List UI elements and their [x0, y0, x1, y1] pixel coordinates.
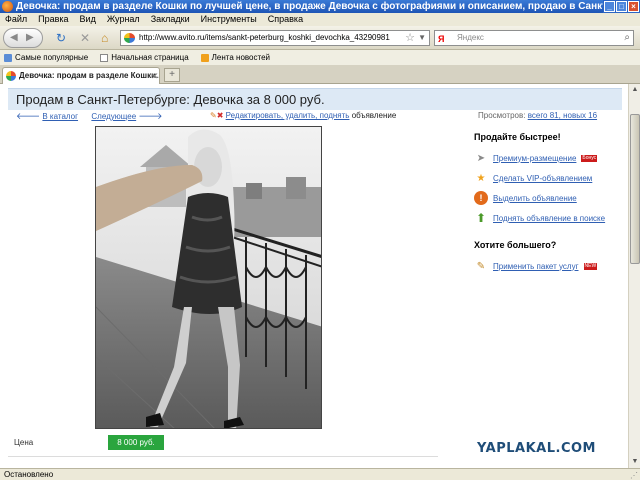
- maximize-button[interactable]: □: [616, 1, 627, 12]
- premium-placement-link[interactable]: Премиум-размещение: [493, 154, 576, 163]
- watermark-logo: YAPLAKAL.COM: [477, 441, 596, 456]
- menu-help[interactable]: Справка: [268, 13, 303, 26]
- bookmark-start-page[interactable]: Начальная страница: [100, 50, 189, 65]
- stop-icon[interactable]: ✕: [80, 31, 90, 45]
- page-title: Продам в Санкт-Петербурге: Девочка за 8 …: [16, 92, 325, 107]
- page-content: Продам в Санкт-Петербурге: Девочка за 8 …: [0, 84, 628, 468]
- listing-title-bar: Продам в Санкт-Петербурге: Девочка за 8 …: [8, 88, 622, 110]
- scroll-up-icon[interactable]: ▲: [630, 85, 640, 95]
- paper-plane-icon: ➤: [476, 152, 486, 164]
- edit-suffix: объявление: [351, 111, 397, 120]
- menu-bookmarks[interactable]: Закладки: [151, 13, 190, 26]
- arrow-left-icon: 🡐: [16, 111, 41, 121]
- reload-icon[interactable]: ↻: [56, 31, 66, 45]
- listing-photo[interactable]: [95, 126, 322, 429]
- home-icon[interactable]: ⌂: [101, 31, 108, 45]
- rss-icon: [200, 53, 209, 62]
- menu-view[interactable]: Вид: [80, 13, 96, 26]
- sell-faster-heading: Продайте быстрее!: [474, 132, 561, 142]
- new-tab-button[interactable]: +: [164, 68, 180, 82]
- window-controls: _ □ ×: [603, 0, 640, 13]
- status-text: Остановлено: [4, 470, 54, 479]
- delete-icon: ✖: [216, 111, 224, 120]
- highlight-listing-item[interactable]: ! Выделить объявление: [474, 188, 624, 208]
- raise-listing-link[interactable]: Поднять объявление в поиске: [493, 214, 605, 223]
- close-button[interactable]: ×: [628, 1, 639, 12]
- edit-delete-raise-link[interactable]: Редактировать, удалить, поднять: [226, 111, 350, 120]
- search-placeholder: Яндекс: [457, 33, 484, 42]
- promo-sidebar: Продайте быстрее! ➤ Премиум-размещение Б…: [474, 132, 624, 276]
- vertical-scrollbar[interactable]: ▲ ▼: [628, 84, 640, 468]
- scroll-down-icon[interactable]: ▼: [630, 457, 640, 467]
- service-package-item[interactable]: ✎ Применить пакет услуг NEW: [474, 256, 624, 276]
- menu-tools[interactable]: Инструменты: [201, 13, 257, 26]
- want-more-heading: Хотите большего?: [474, 240, 557, 250]
- most-visited-icon: [4, 53, 12, 62]
- minimize-button[interactable]: _: [604, 1, 615, 12]
- highlight-listing-link[interactable]: Выделить объявление: [493, 194, 577, 203]
- status-bar: Остановлено ⋰: [0, 468, 640, 480]
- views-counter: Просмотров: всего 81, новых 16: [478, 110, 597, 122]
- search-icon[interactable]: ⌕: [624, 31, 630, 45]
- tab-strip: Девочка: продам в разделе Кошки... ✕ +: [0, 65, 640, 84]
- package-icon: ✎: [476, 260, 486, 272]
- edit-listing: ✎✖ Редактировать, удалить, поднять объяв…: [210, 110, 396, 122]
- premium-placement-item[interactable]: ➤ Премиум-размещение Бонус: [474, 148, 624, 168]
- make-vip-item[interactable]: ★ Сделать VIP-объявлением: [474, 168, 624, 188]
- exclamation-icon: !: [474, 191, 488, 205]
- price-label: Цена: [14, 438, 34, 447]
- listing-subnav: 🡐 В каталог Следующее 🡒 ✎✖ Редактировать…: [16, 110, 616, 122]
- menu-history[interactable]: Журнал: [107, 13, 140, 26]
- close-tab-icon[interactable]: ✕: [151, 68, 159, 84]
- yandex-logo-icon[interactable]: Я: [438, 32, 444, 46]
- star-icon: ★: [476, 172, 486, 184]
- views-label: Просмотров:: [478, 111, 526, 120]
- window-titlebar: Девочка: продам в разделе Кошки по лучше…: [0, 0, 640, 13]
- menu-bar: Файл Правка Вид Журнал Закладки Инструме…: [0, 13, 640, 26]
- service-package-link[interactable]: Применить пакет услуг: [493, 262, 579, 271]
- forward-arrow-icon[interactable]: ▶: [26, 32, 34, 43]
- bonus-badge: Бонус: [581, 154, 598, 162]
- navigation-toolbar: ◀ ▶ ↻ ✕ ⌂ http://www.avito.ru/items/sank…: [0, 26, 640, 50]
- arrow-right-icon: 🡒: [138, 111, 163, 121]
- firefox-icon: [2, 1, 13, 12]
- up-arrow-icon: ⬆: [475, 211, 487, 225]
- raise-listing-item[interactable]: ⬆ Поднять объявление в поиске: [474, 208, 624, 228]
- bookmark-news-feed[interactable]: Лента новостей: [200, 50, 270, 65]
- window-title: Девочка: продам в разделе Кошки по лучше…: [16, 1, 640, 12]
- search-input[interactable]: Я Яндекс ⌕: [434, 30, 634, 46]
- price-value: 8 000 руб.: [108, 435, 164, 450]
- listing-photo-image: [96, 127, 321, 428]
- tab-label: Девочка: продам в разделе Кошки...: [19, 71, 160, 80]
- make-vip-link[interactable]: Сделать VIP-объявлением: [493, 174, 592, 183]
- next-listing-link[interactable]: Следующее: [91, 112, 136, 121]
- pencil-icon: ✎: [210, 111, 217, 120]
- menu-file[interactable]: Файл: [5, 13, 27, 26]
- tab-avito-listing[interactable]: Девочка: продам в разделе Кошки... ✕: [2, 67, 160, 84]
- menu-edit[interactable]: Правка: [38, 13, 68, 26]
- bookmark-most-visited[interactable]: Самые популярные: [4, 50, 88, 65]
- back-arrow-icon[interactable]: ◀: [10, 32, 18, 43]
- bookmark-star-icon[interactable]: ☆: [405, 31, 415, 45]
- back-forward-button[interactable]: ◀ ▶: [3, 28, 43, 48]
- avito-favicon-icon: [6, 71, 16, 81]
- address-url: http://www.avito.ru/items/sankt-peterbur…: [139, 33, 390, 42]
- divider: [8, 456, 438, 457]
- resize-grip-icon[interactable]: ⋰: [630, 470, 638, 480]
- bookmarks-toolbar: Самые популярные Начальная страница Лент…: [0, 50, 640, 65]
- site-favicon-icon: [124, 33, 135, 43]
- chevron-down-icon[interactable]: ▼: [418, 31, 426, 45]
- back-to-catalog-link[interactable]: В каталог: [42, 112, 78, 121]
- new-badge: NEW: [583, 262, 598, 270]
- scroll-thumb[interactable]: [630, 114, 640, 264]
- address-bar[interactable]: http://www.avito.ru/items/sankt-peterbur…: [120, 30, 430, 46]
- views-total-link[interactable]: всего 81, новых 16: [528, 111, 597, 120]
- page-icon: [100, 53, 109, 62]
